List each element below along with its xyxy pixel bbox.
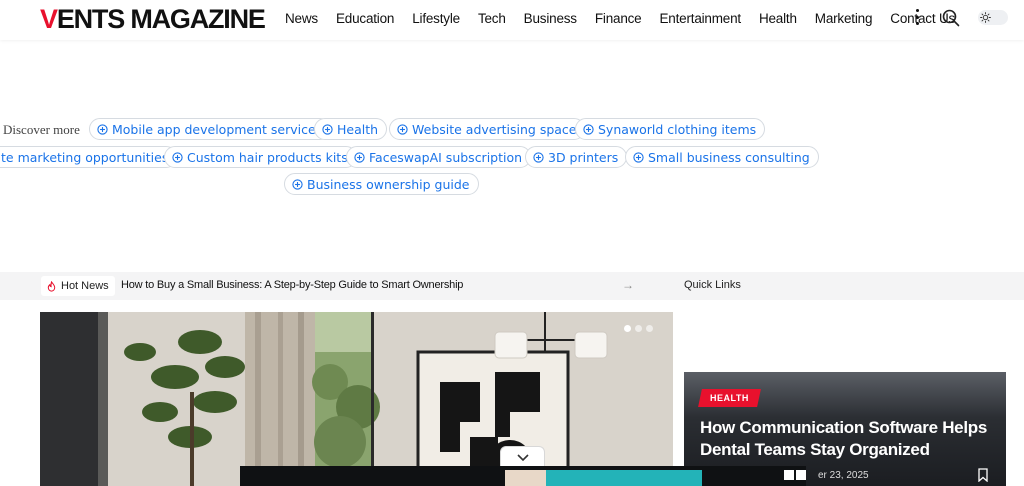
- nav-item-business[interactable]: Business: [524, 11, 577, 26]
- discover-chip[interactable]: Mobile app development services: [89, 118, 332, 140]
- discover-chip[interactable]: FaceswapAI subscription: [346, 146, 532, 168]
- chip-label: Synaworld clothing items: [598, 121, 757, 137]
- plus-circle-icon: [322, 123, 333, 135]
- nav-item-health[interactable]: Health: [759, 11, 797, 26]
- plus-circle-icon: [533, 151, 544, 163]
- ad-collapse-button[interactable]: [500, 446, 545, 468]
- plus-circle-icon: [354, 151, 365, 163]
- discover-chip[interactable]: 3D printers: [525, 146, 628, 168]
- quick-links[interactable]: Quick Links: [684, 279, 741, 291]
- plus-circle-icon: [97, 123, 108, 135]
- nav-item-news[interactable]: News: [285, 11, 318, 26]
- discover-chip[interactable]: Custom hair products kits: [164, 146, 357, 168]
- slider-dot[interactable]: [635, 325, 642, 332]
- discover-chip[interactable]: Health: [314, 118, 388, 140]
- featured-slider-image[interactable]: [40, 312, 673, 486]
- post-date: er 23, 2025: [818, 470, 869, 481]
- ad-creative: [240, 466, 806, 486]
- discover-chip[interactable]: Small business consulting: [625, 146, 819, 168]
- chip-label: Mobile app development services: [112, 121, 323, 137]
- main-nav: News Education Lifestyle Tech Business F…: [285, 0, 973, 36]
- chevron-down-icon: [517, 454, 529, 462]
- site-header: VENTS MAGAZINE News Education Lifestyle …: [0, 0, 1024, 40]
- interior-photo: [40, 312, 673, 486]
- chip-label: Custom hair products kits: [187, 149, 348, 165]
- nav-item-marketing[interactable]: Marketing: [815, 11, 873, 26]
- discover-more-section: Discover more Mobile app development ser…: [0, 110, 1024, 210]
- slider-dot[interactable]: [624, 325, 631, 332]
- theme-toggle[interactable]: [978, 10, 1008, 25]
- plus-circle-icon: [633, 151, 644, 163]
- slider-dots: [624, 325, 653, 332]
- discover-more-label: Discover more: [3, 122, 80, 137]
- discover-chip[interactable]: Synaworld clothing items: [575, 118, 766, 140]
- search-icon[interactable]: [942, 9, 960, 27]
- category-badge[interactable]: HEALTH: [698, 389, 761, 407]
- featured-post-title[interactable]: How Communication Software Helps Dental …: [700, 417, 990, 461]
- hot-news-bar: Hot News How to Buy a Small Business: A …: [0, 272, 1024, 300]
- flame-icon: [47, 280, 56, 292]
- nav-item-finance[interactable]: Finance: [595, 11, 642, 26]
- bookmark-icon[interactable]: [978, 468, 988, 482]
- hot-news-headline[interactable]: How to Buy a Small Business: A Step-by-S…: [121, 279, 463, 291]
- chip-label: Small business consulting: [648, 149, 810, 165]
- chip-label: 3D printers: [548, 149, 619, 165]
- chip-label: te marketing opportunities: [1, 149, 169, 165]
- chip-label: Health: [337, 121, 379, 137]
- plus-circle-icon: [397, 123, 408, 135]
- discover-chip[interactable]: Website advertising space: [389, 118, 586, 140]
- discover-chip[interactable]: Business ownership guide: [284, 173, 479, 195]
- chip-label: Business ownership guide: [307, 176, 470, 192]
- vertical-dots-icon[interactable]: [914, 9, 920, 25]
- chip-label: Website advertising space: [412, 121, 577, 137]
- discover-chip[interactable]: te marketing opportunities: [0, 146, 178, 168]
- sticky-ad-banner[interactable]: [240, 466, 806, 486]
- nav-item-entertainment[interactable]: Entertainment: [660, 11, 742, 26]
- slider-dot[interactable]: [646, 325, 653, 332]
- hot-news-badge: Hot News: [41, 276, 115, 296]
- site-logo[interactable]: VENTS MAGAZINE: [40, 4, 266, 35]
- nav-item-education[interactable]: Education: [336, 11, 394, 26]
- plus-circle-icon: [583, 123, 594, 135]
- chip-label: FaceswapAI subscription: [369, 149, 523, 165]
- nav-item-tech[interactable]: Tech: [478, 11, 506, 26]
- plus-circle-icon: [292, 178, 303, 190]
- plus-circle-icon: [172, 151, 183, 163]
- arrow-right-icon[interactable]: →: [622, 278, 634, 292]
- nav-item-lifestyle[interactable]: Lifestyle: [412, 11, 460, 26]
- sun-icon: [980, 12, 991, 23]
